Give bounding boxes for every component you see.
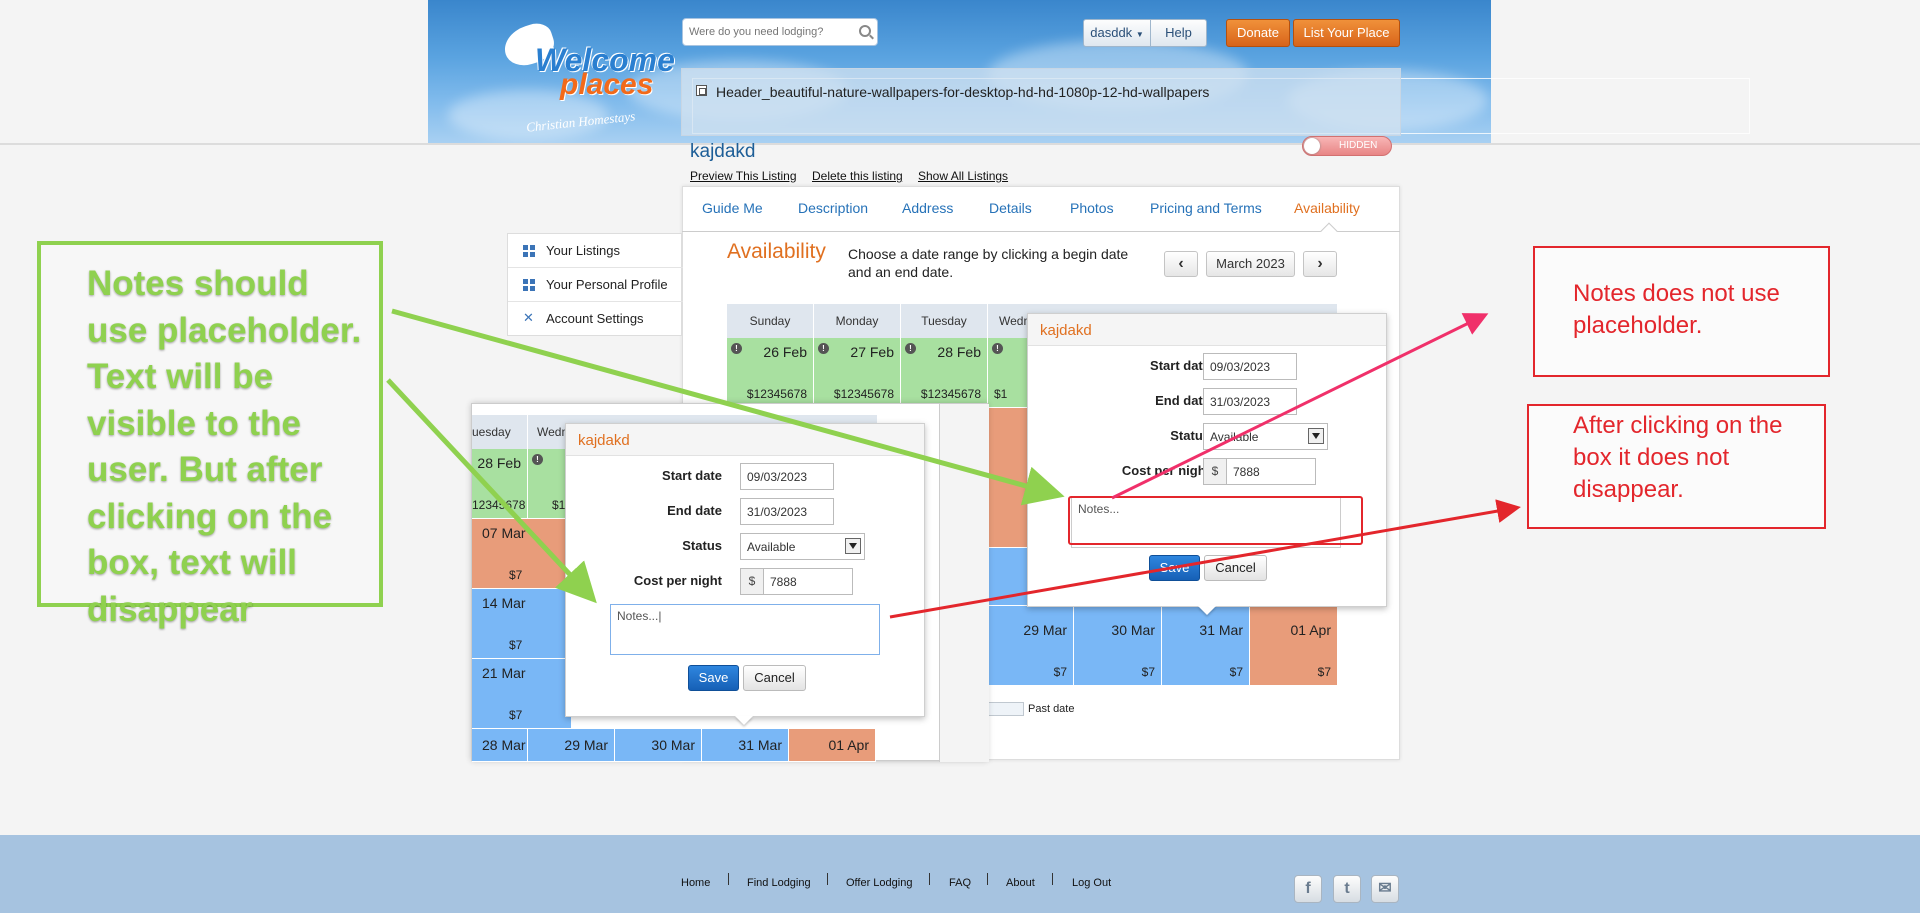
footer-separator bbox=[728, 873, 729, 885]
footer-separator bbox=[1052, 873, 1053, 885]
footer: Home Find Lodging Offer Lodging FAQ Abou… bbox=[0, 835, 1920, 913]
pink-arrow-to-note-1 bbox=[1111, 313, 1489, 500]
email-icon[interactable]: ✉ bbox=[1371, 875, 1399, 903]
footer-link-find-lodging[interactable]: Find Lodging bbox=[747, 877, 811, 889]
twitter-icon[interactable]: t bbox=[1333, 875, 1361, 903]
footer-link-log-out[interactable]: Log Out bbox=[1072, 877, 1111, 889]
footer-separator bbox=[827, 873, 828, 885]
annotation-arrows bbox=[386, 308, 1521, 619]
footer-link-about[interactable]: About bbox=[1006, 877, 1035, 889]
footer-separator bbox=[929, 873, 930, 885]
footer-separator bbox=[987, 873, 988, 885]
green-arrow-to-left-notes bbox=[386, 378, 597, 604]
footer-link-faq[interactable]: FAQ bbox=[949, 877, 971, 889]
footer-link-home[interactable]: Home bbox=[681, 877, 710, 889]
footer-link-offer-lodging[interactable]: Offer Lodging bbox=[846, 877, 912, 889]
facebook-icon[interactable]: f bbox=[1294, 875, 1322, 903]
green-arrow-to-right-notes bbox=[391, 308, 1065, 506]
red-arrow-to-note-2 bbox=[889, 499, 1521, 619]
